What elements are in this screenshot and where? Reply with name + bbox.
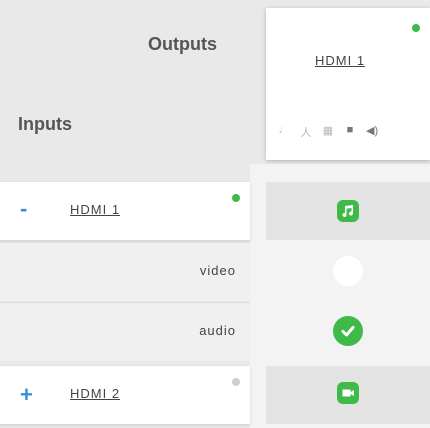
route-empty-circle[interactable] bbox=[333, 256, 363, 286]
grid-icon[interactable]: ▦ bbox=[322, 124, 334, 140]
sub-row-audio: audio bbox=[0, 302, 430, 361]
sub-row-label-cell: video bbox=[0, 242, 250, 301]
sub-row-video: video bbox=[0, 242, 430, 301]
expand-icon[interactable]: + bbox=[20, 382, 33, 408]
input-header-hdmi-1[interactable]: - HDMI 1 bbox=[0, 182, 250, 240]
output-status-dot bbox=[412, 24, 420, 32]
sub-row-label: audio bbox=[199, 323, 236, 338]
sub-row-label-cell: audio bbox=[0, 302, 250, 361]
output-card-hdmi-1[interactable]: HDMI 1 ♩ ⼈ ▦ ■ ◀) bbox=[266, 8, 430, 160]
input-row-hdmi-1: - HDMI 1 bbox=[0, 182, 430, 240]
input-name-link[interactable]: HDMI 1 bbox=[70, 202, 120, 217]
sub-row-label: video bbox=[199, 263, 236, 278]
video-camera-icon[interactable] bbox=[337, 382, 359, 404]
output-signal-icons: ♩ ⼈ ▦ ■ ◀) bbox=[278, 124, 379, 140]
input-status-dot bbox=[232, 378, 240, 386]
video-camera-icon[interactable]: ■ bbox=[344, 124, 356, 140]
input-status-dot bbox=[232, 194, 240, 202]
input-name-link[interactable]: HDMI 2 bbox=[70, 386, 120, 401]
route-cell[interactable] bbox=[266, 242, 430, 300]
route-cell[interactable] bbox=[266, 302, 430, 360]
input-row-hdmi-2: + HDMI 2 bbox=[0, 366, 430, 424]
inputs-heading: Inputs bbox=[18, 114, 72, 134]
outputs-heading: Outputs bbox=[148, 34, 217, 54]
input-header-hdmi-2[interactable]: + HDMI 2 bbox=[0, 366, 250, 424]
music-note-icon[interactable]: ♩ bbox=[278, 124, 290, 140]
checkmark-icon[interactable] bbox=[333, 316, 363, 346]
music-note-icon[interactable] bbox=[337, 200, 359, 222]
collapse-icon[interactable]: - bbox=[20, 196, 27, 222]
person-icon[interactable]: ⼈ bbox=[300, 124, 312, 140]
route-cell[interactable] bbox=[266, 366, 430, 424]
output-name-link[interactable]: HDMI 1 bbox=[315, 53, 365, 68]
route-cell[interactable] bbox=[266, 182, 430, 240]
speaker-icon[interactable]: ◀) bbox=[366, 124, 378, 140]
